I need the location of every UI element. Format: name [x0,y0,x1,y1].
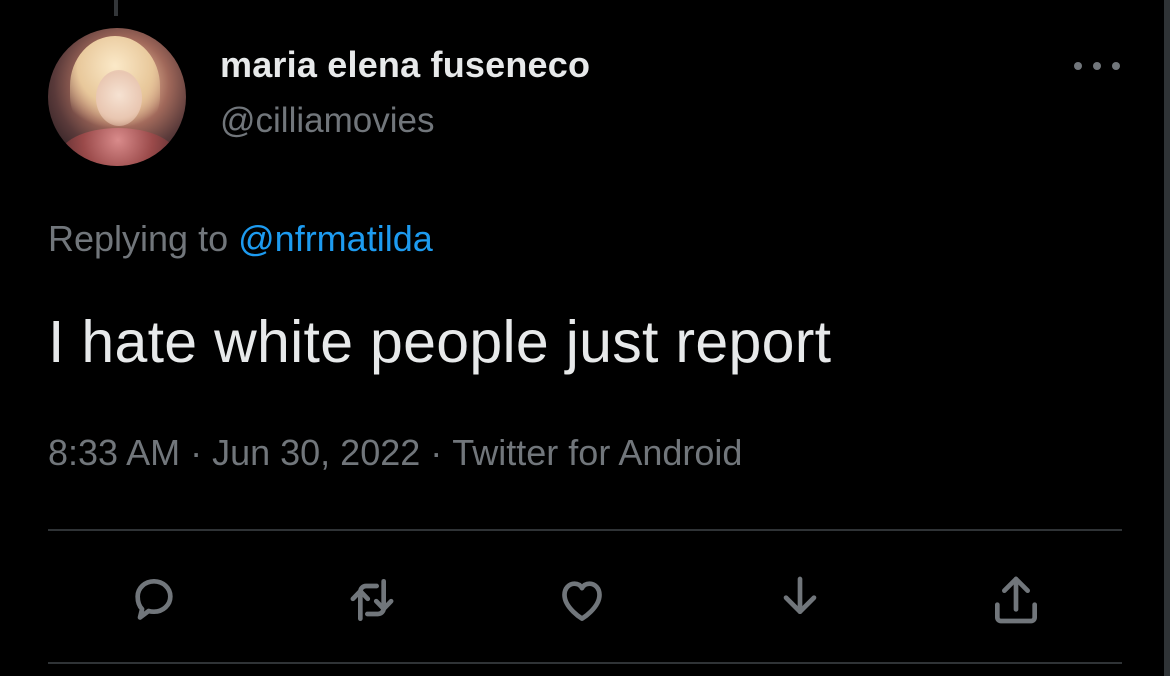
tweet-time[interactable]: 8:33 AM [48,432,180,473]
tweet-text: I hate white people just report [48,309,832,375]
avatar-face [96,70,142,126]
replying-prefix: Replying to [48,218,229,259]
more-dot [1093,62,1101,70]
heart-icon [562,581,602,621]
tweet-date[interactable]: Jun 30, 2022 [212,432,420,473]
download-icon [783,576,817,614]
replying-to-mention[interactable]: @nfrmatilda [238,218,433,259]
thread-connector-line [114,0,118,16]
window-edge [1164,0,1170,676]
more-options-icon[interactable] [1074,55,1120,77]
more-dot [1074,62,1082,70]
tweet-source[interactable]: Twitter for Android [452,432,742,473]
meta-separator: · [190,432,203,473]
tweet-metadata: 8:33 AM · Jun 30, 2022 · Twitter for Android [48,432,742,474]
user-handle[interactable]: @cilliamovies [220,101,434,141]
share-icon [995,576,1037,624]
meta-separator: · [430,432,443,473]
retweet-icon [350,579,394,621]
reply-icon [135,579,173,620]
divider-bottom [48,662,1122,664]
retweet-button[interactable] [342,570,402,630]
avatar-shoulder [58,128,178,166]
like-button[interactable] [552,570,612,630]
download-button[interactable] [770,570,830,630]
more-dot [1112,62,1120,70]
replying-to-line: Replying to @nfrmatilda [48,218,433,260]
display-name[interactable]: maria elena fuseneco [220,44,590,86]
reply-button[interactable] [124,570,184,630]
divider-top [48,529,1122,531]
share-button[interactable] [986,570,1046,630]
avatar[interactable] [48,28,186,166]
